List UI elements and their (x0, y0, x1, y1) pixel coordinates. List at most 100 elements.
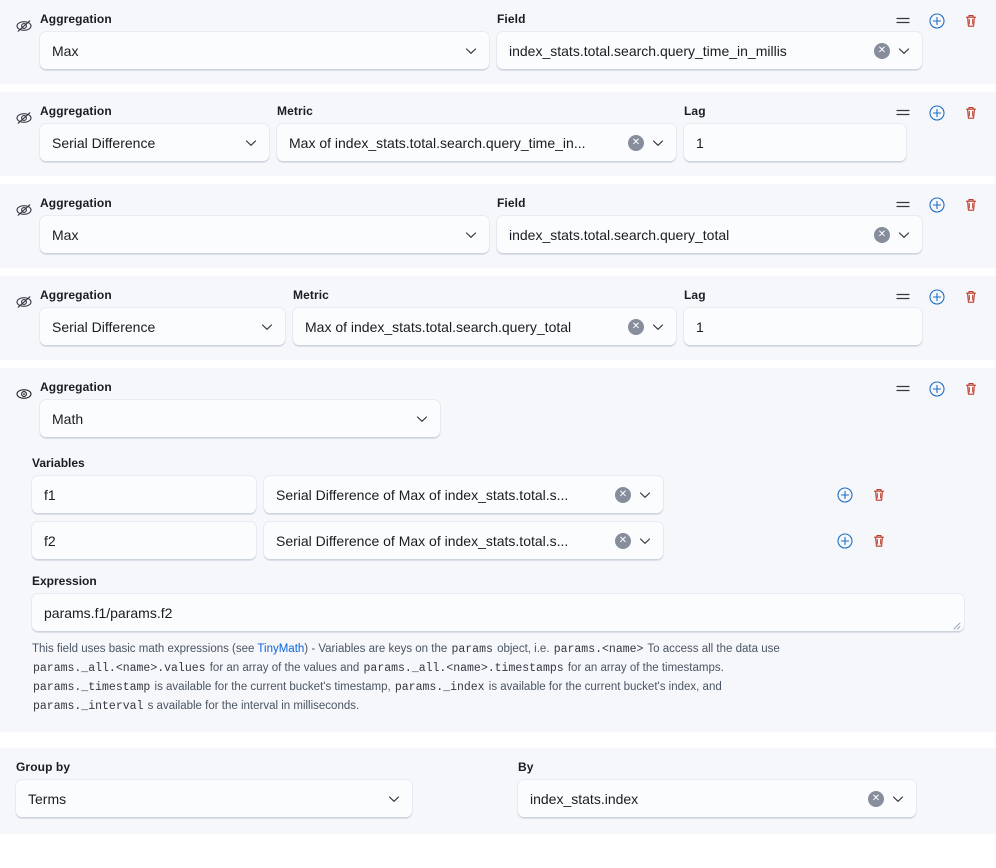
help-code-all-timestamps: params._all.<name>.timestamps (363, 662, 564, 675)
field-value: Max of index_stats.total.search.query_to… (305, 319, 572, 335)
text-input[interactable]: 1 (684, 308, 922, 346)
delete-icon[interactable] (870, 532, 888, 550)
delete-icon[interactable] (962, 196, 980, 214)
help-line4-a: s available for the interval in millisec… (144, 700, 360, 712)
chevron-down-icon[interactable] (890, 791, 906, 807)
resize-handle-icon[interactable] (952, 621, 961, 630)
by-value: index_stats.index (530, 791, 639, 807)
help-code-index: params._index (394, 681, 485, 694)
delete-icon[interactable] (962, 104, 980, 122)
group-by-label: Group by (16, 760, 71, 774)
chevron-down-icon[interactable] (896, 227, 912, 243)
expression-label: Expression (32, 574, 97, 588)
math-aggregation-value: Math (52, 411, 84, 427)
eye-off-icon (16, 112, 32, 124)
add-icon[interactable] (928, 288, 946, 306)
field-value: 1 (696, 135, 704, 151)
by-combo[interactable]: index_stats.index ✕ (518, 780, 916, 818)
variable-metric-combo[interactable]: Serial Difference of Max of index_stats.… (264, 522, 663, 560)
combo-box[interactable]: Max of index_stats.total.search.query_to… (293, 308, 676, 346)
combo-box[interactable]: Max of index_stats.total.search.query_ti… (277, 124, 676, 162)
drag-handle-icon[interactable] (894, 196, 912, 214)
row-actions (894, 288, 980, 306)
delete-icon[interactable] (962, 288, 980, 306)
math-aggregation-select[interactable]: Math (40, 400, 440, 438)
text-input[interactable]: 1 (684, 124, 906, 162)
clear-icon[interactable]: ✕ (868, 791, 884, 807)
group-by-select[interactable]: Terms (16, 780, 412, 818)
variable-metric-combo[interactable]: Serial Difference of Max of index_stats.… (264, 476, 663, 514)
select[interactable]: Serial Difference (40, 124, 269, 162)
field-label: Lag (684, 288, 706, 302)
add-icon[interactable] (836, 532, 854, 550)
drag-handle-icon[interactable] (894, 288, 912, 306)
chevron-down-icon[interactable] (463, 43, 479, 59)
row-visibility-toggle[interactable] (16, 196, 40, 221)
chevron-down-icon[interactable] (463, 227, 479, 243)
delete-icon[interactable] (962, 380, 980, 398)
math-visibility-toggle[interactable] (16, 380, 40, 405)
add-icon[interactable] (928, 104, 946, 122)
field-label: Field (497, 12, 526, 26)
row-visibility-toggle[interactable] (16, 288, 40, 313)
expression-help-text: This field uses basic math expressions (… (32, 640, 964, 716)
clear-icon[interactable]: ✕ (628, 319, 644, 335)
field-label: Field (497, 196, 526, 210)
chevron-down-icon[interactable] (637, 487, 653, 503)
field-label: Lag (684, 104, 706, 118)
by-label: By (518, 760, 534, 774)
field-label: Aggregation (40, 104, 112, 118)
field-value: Serial Difference (52, 135, 156, 151)
chevron-down-icon[interactable] (637, 533, 653, 549)
chevron-down-icon[interactable] (650, 319, 666, 335)
chevron-down-icon[interactable] (243, 135, 259, 151)
field-value: Max of index_stats.total.search.query_ti… (289, 135, 586, 151)
variable-actions (836, 486, 980, 504)
chevron-down-icon[interactable] (386, 791, 402, 807)
drag-handle-icon[interactable] (894, 12, 912, 30)
clear-icon[interactable]: ✕ (615, 487, 631, 503)
select[interactable]: Max (40, 216, 489, 254)
clear-icon[interactable]: ✕ (874, 227, 890, 243)
chevron-down-icon[interactable] (259, 319, 275, 335)
clear-icon[interactable]: ✕ (874, 43, 890, 59)
delete-icon[interactable] (962, 12, 980, 30)
group-by-value: Terms (28, 791, 67, 807)
add-icon[interactable] (928, 12, 946, 30)
help-code-all-values: params._all.<name>.values (33, 662, 206, 675)
combo-box[interactable]: index_stats.total.search.query_time_in_m… (497, 32, 922, 70)
variable-metric-value: Serial Difference of Max of index_stats.… (276, 487, 569, 503)
chevron-down-icon[interactable] (650, 135, 666, 151)
drag-handle-icon[interactable] (894, 380, 912, 398)
variable-metric-value: Serial Difference of Max of index_stats.… (276, 533, 569, 549)
aggregation-row: Aggregation Serial Difference Metric Max of… (0, 92, 996, 176)
add-icon[interactable] (928, 380, 946, 398)
drag-handle-icon[interactable] (894, 104, 912, 122)
expression-input[interactable]: params.f1/params.f2 (32, 594, 964, 632)
combo-box[interactable]: index_stats.total.search.query_total ✕ (497, 216, 922, 254)
variable-name-input[interactable]: f2 (32, 522, 256, 560)
variable-actions (836, 532, 980, 550)
field-label: Aggregation (40, 288, 112, 302)
clear-icon[interactable]: ✕ (628, 135, 644, 151)
select[interactable]: Serial Difference (40, 308, 285, 346)
delete-icon[interactable] (870, 486, 888, 504)
select[interactable]: Max (40, 32, 489, 70)
variable-name-input[interactable]: f1 (32, 476, 256, 514)
chevron-down-icon[interactable] (414, 411, 430, 427)
chevron-down-icon[interactable] (896, 43, 912, 59)
row-visibility-toggle[interactable] (16, 104, 40, 129)
add-icon[interactable] (928, 196, 946, 214)
eye-off-icon (16, 20, 32, 32)
clear-icon[interactable]: ✕ (615, 533, 631, 549)
field-label: Metric (293, 288, 329, 302)
field-value: index_stats.total.search.query_total (509, 227, 730, 243)
group-by-block: Group by Terms By index_stats.index ✕ (0, 748, 996, 834)
variable-row: f2 Serial Difference of Max of index_stat… (32, 522, 980, 560)
add-icon[interactable] (836, 486, 854, 504)
aggregation-row: Aggregation Max Field index_stats.total.sea… (0, 0, 996, 84)
row-visibility-toggle[interactable] (16, 12, 40, 37)
help-line1-a: This field uses basic math expressions (… (32, 643, 258, 655)
tinymath-link[interactable]: TinyMath (257, 643, 304, 655)
field-label: Aggregation (40, 12, 112, 26)
